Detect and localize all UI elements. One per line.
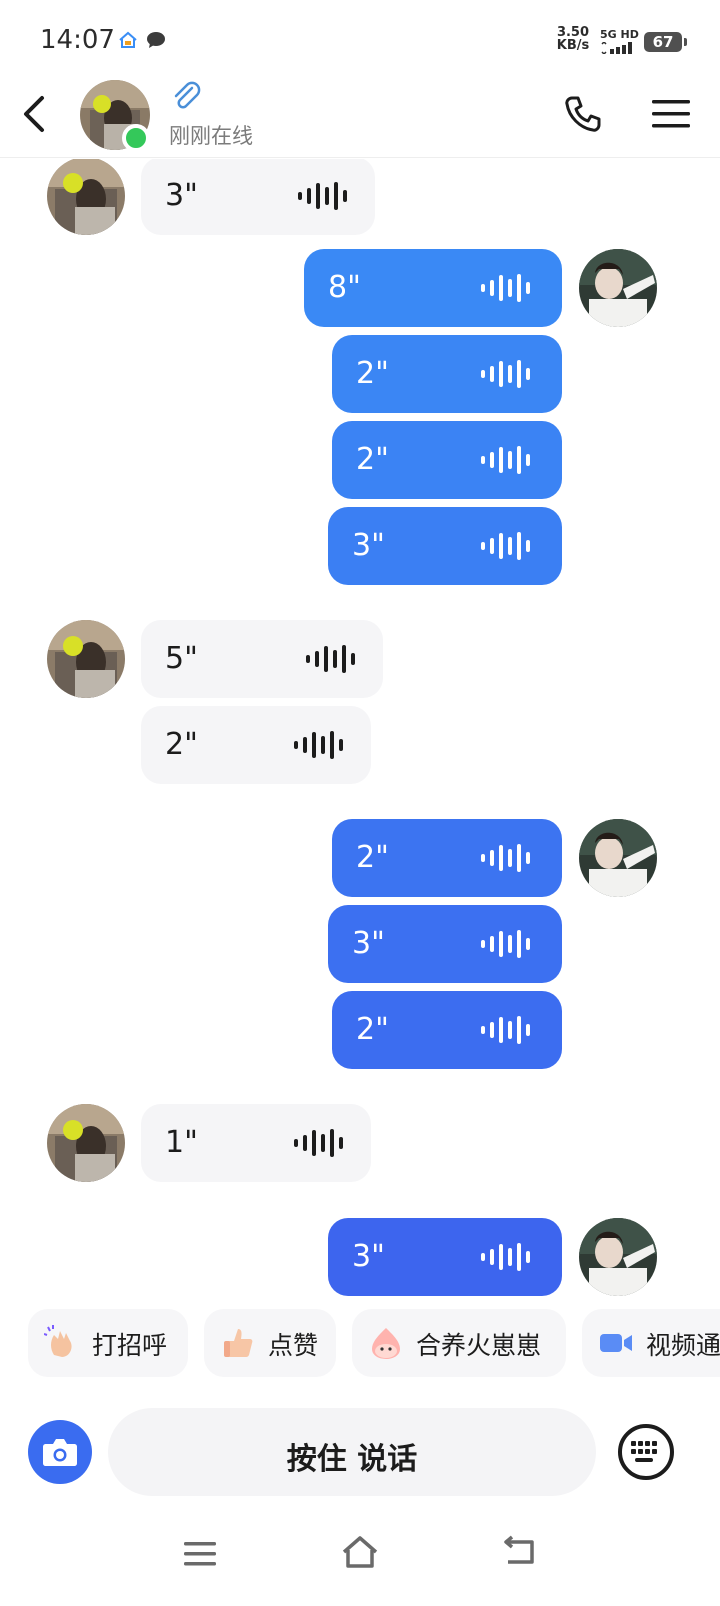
outgoing-voice-message[interactable]: 3" — [328, 1218, 562, 1296]
quick-action-like[interactable]: 点赞 — [204, 1309, 336, 1377]
camera-button[interactable] — [28, 1420, 92, 1484]
voice-duration: 2" — [356, 1012, 389, 1047]
signal-icon — [601, 42, 632, 54]
chat-header: 刚刚在线 — [0, 80, 720, 158]
online-status-text: 刚刚在线 — [169, 124, 253, 148]
voice-duration: 2" — [356, 442, 389, 477]
incoming-voice-message[interactable]: 1" — [141, 1104, 371, 1182]
voice-waveform-icon — [291, 1128, 347, 1158]
voice-duration: 1" — [165, 1125, 198, 1160]
contact-avatar[interactable] — [47, 1104, 125, 1182]
wave-hand-icon — [44, 1325, 72, 1357]
voice-waveform-icon — [303, 644, 359, 674]
smart-home-icon — [119, 31, 137, 48]
quick-actions-bar: 打招呼 点赞 合养火崽崽 视频通话 — [0, 1301, 720, 1381]
quick-action-fire-sprite[interactable]: 合养火崽崽 — [352, 1309, 566, 1377]
quick-action-video-call[interactable]: 视频通话 — [582, 1309, 720, 1377]
voice-waveform-icon — [291, 730, 347, 760]
phone-icon[interactable] — [563, 94, 603, 134]
back-nav-icon[interactable] — [502, 1534, 538, 1568]
voice-waveform-icon — [295, 181, 351, 211]
voice-waveform-icon — [478, 1015, 534, 1045]
voice-duration: 3" — [165, 178, 198, 213]
contact-avatar[interactable] — [47, 620, 125, 698]
menu-icon[interactable] — [652, 98, 690, 130]
hold-to-talk-label: 按住 说话 — [286, 1442, 418, 1477]
voice-waveform-icon — [478, 273, 534, 303]
voice-duration: 8" — [328, 270, 361, 305]
incoming-voice-message[interactable]: 3" — [141, 159, 375, 235]
my-avatar[interactable] — [579, 249, 657, 327]
voice-waveform-icon — [478, 1242, 534, 1272]
voice-waveform-icon — [478, 445, 534, 475]
voice-duration: 3" — [352, 528, 385, 563]
battery-indicator: 67 — [644, 32, 687, 52]
status-bar: 14:07 3.50 KB/s 5G HD 67 — [0, 0, 720, 80]
voice-duration: 5" — [165, 641, 198, 676]
outgoing-voice-message[interactable]: 3" — [328, 905, 562, 983]
outgoing-voice-message[interactable]: 2" — [332, 421, 562, 499]
incoming-voice-message[interactable]: 2" — [141, 706, 371, 784]
voice-waveform-icon — [478, 843, 534, 873]
voice-waveform-icon — [478, 359, 534, 389]
message-icon — [147, 32, 165, 48]
outgoing-voice-message[interactable]: 2" — [332, 991, 562, 1069]
voice-duration: 2" — [356, 356, 389, 391]
voice-duration: 2" — [356, 840, 389, 875]
outgoing-voice-message[interactable]: 3" — [328, 507, 562, 585]
outgoing-voice-message[interactable]: 8" — [304, 249, 562, 327]
incoming-voice-message[interactable]: 5" — [141, 620, 383, 698]
hold-to-talk-button[interactable]: 按住 说话 — [108, 1408, 596, 1496]
thumbs-up-icon — [224, 1329, 253, 1357]
network-speed: 3.50 KB/s — [556, 25, 590, 53]
quick-action-label: 合养火崽崽 — [416, 1331, 542, 1360]
paperclip-icon[interactable] — [170, 80, 204, 114]
keyboard-icon — [631, 1441, 657, 1462]
voice-waveform-icon — [478, 531, 534, 561]
fire-sprite-icon — [372, 1328, 400, 1359]
voice-duration: 2" — [165, 727, 198, 762]
online-status-dot — [122, 124, 150, 152]
outgoing-voice-message[interactable]: 2" — [332, 819, 562, 897]
system-nav-bar — [0, 1520, 720, 1606]
message-list[interactable]: 3" 8" 2" 2" 3" 5" 2" 2" 3" 2" 1" 3" — [0, 159, 720, 1301]
my-avatar[interactable] — [579, 1218, 657, 1296]
contact-avatar[interactable] — [47, 159, 125, 235]
back-icon[interactable] — [16, 92, 56, 136]
quick-action-label: 点赞 — [268, 1331, 319, 1360]
voice-duration: 3" — [352, 926, 385, 961]
keyboard-toggle-button[interactable] — [618, 1424, 674, 1480]
quick-action-label: 视频通话 — [646, 1331, 720, 1360]
voice-waveform-icon — [478, 929, 534, 959]
home-icon[interactable] — [340, 1534, 380, 1570]
camera-icon — [43, 1439, 77, 1466]
video-camera-icon — [600, 1334, 632, 1352]
recent-apps-icon[interactable] — [182, 1540, 218, 1568]
network-type: 5G HD — [600, 28, 639, 41]
quick-action-label: 打招呼 — [92, 1331, 168, 1360]
outgoing-voice-message[interactable]: 2" — [332, 335, 562, 413]
voice-duration: 3" — [352, 1239, 385, 1274]
quick-action-wave[interactable]: 打招呼 — [28, 1309, 188, 1377]
status-time: 14:07 — [40, 25, 115, 55]
my-avatar[interactable] — [579, 819, 657, 897]
